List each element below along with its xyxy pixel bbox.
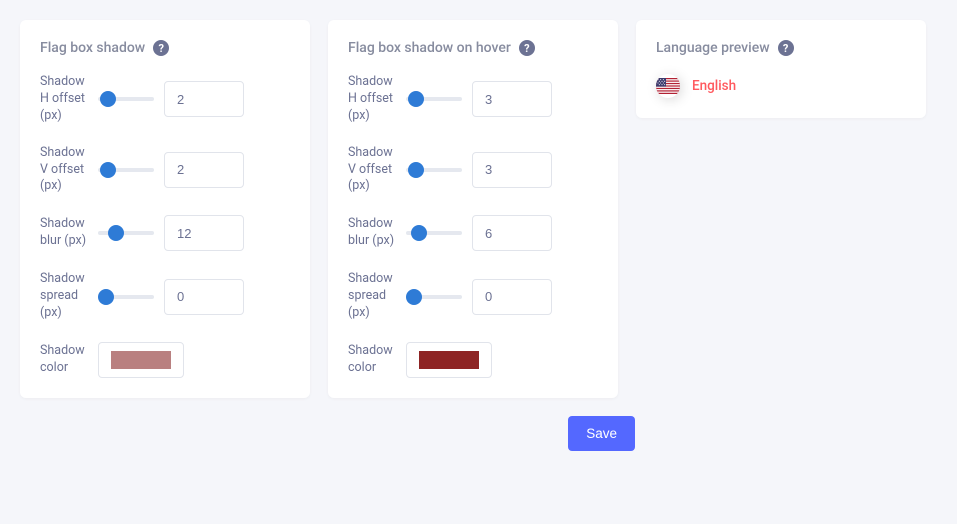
h-offset-label: Shadow H offset (px): [40, 74, 88, 125]
card-title: Flag box shadow on hover ?: [348, 40, 598, 56]
card-title-text: Flag box shadow: [40, 40, 145, 56]
spread-input[interactable]: [164, 279, 244, 315]
spread-row: Shadow spread (px): [348, 271, 598, 322]
flag-box-shadow-card: Flag box shadow ? Shadow H offset (px) S…: [20, 20, 310, 398]
color-row: Shadow color: [40, 342, 290, 378]
blur-input[interactable]: [472, 215, 552, 251]
color-label: Shadow color: [348, 343, 396, 377]
v-offset-row: Shadow V offset (px): [348, 145, 598, 196]
flag-icon: [656, 74, 680, 98]
v-offset-label: Shadow V offset (px): [40, 145, 88, 196]
h-offset-slider[interactable]: [98, 97, 154, 101]
spread-row: Shadow spread (px): [40, 271, 290, 322]
v-offset-input[interactable]: [472, 152, 552, 188]
blur-slider[interactable]: [98, 231, 154, 235]
blur-label: Shadow blur (px): [348, 216, 396, 250]
color-picker[interactable]: [98, 342, 184, 378]
card-title-text: Flag box shadow on hover: [348, 40, 511, 56]
flag-box-shadow-hover-card: Flag box shadow on hover ? Shadow H offs…: [328, 20, 618, 398]
help-icon[interactable]: ?: [778, 40, 794, 56]
spread-slider[interactable]: [98, 295, 154, 299]
h-offset-label: Shadow H offset (px): [348, 74, 396, 125]
v-offset-input[interactable]: [164, 152, 244, 188]
h-offset-slider[interactable]: [406, 97, 462, 101]
card-title: Language preview ?: [656, 40, 906, 56]
color-label: Shadow color: [40, 343, 88, 377]
blur-input[interactable]: [164, 215, 244, 251]
h-offset-input[interactable]: [472, 81, 552, 117]
spread-label: Shadow spread (px): [348, 271, 396, 322]
v-offset-row: Shadow V offset (px): [40, 145, 290, 196]
h-offset-row: Shadow H offset (px): [40, 74, 290, 125]
preview-flag-row: English: [656, 74, 906, 98]
blur-label: Shadow blur (px): [40, 216, 88, 250]
blur-row: Shadow blur (px): [40, 215, 290, 251]
v-offset-slider[interactable]: [406, 168, 462, 172]
v-offset-slider[interactable]: [98, 168, 154, 172]
save-button[interactable]: Save: [568, 416, 635, 451]
blur-slider[interactable]: [406, 231, 462, 235]
v-offset-label: Shadow V offset (px): [348, 145, 396, 196]
blur-row: Shadow blur (px): [348, 215, 598, 251]
h-offset-row: Shadow H offset (px): [348, 74, 598, 125]
spread-input[interactable]: [472, 279, 552, 315]
color-picker[interactable]: [406, 342, 492, 378]
preview-language-text: English: [692, 78, 736, 94]
spread-label: Shadow spread (px): [40, 271, 88, 322]
card-title: Flag box shadow ?: [40, 40, 290, 56]
color-swatch: [419, 351, 479, 369]
language-preview-card: Language preview ?: [636, 20, 926, 118]
color-swatch: [111, 351, 171, 369]
h-offset-input[interactable]: [164, 81, 244, 117]
help-icon[interactable]: ?: [519, 40, 535, 56]
card-title-text: Language preview: [656, 40, 770, 56]
spread-slider[interactable]: [406, 295, 462, 299]
help-icon[interactable]: ?: [153, 40, 169, 56]
color-row: Shadow color: [348, 342, 598, 378]
